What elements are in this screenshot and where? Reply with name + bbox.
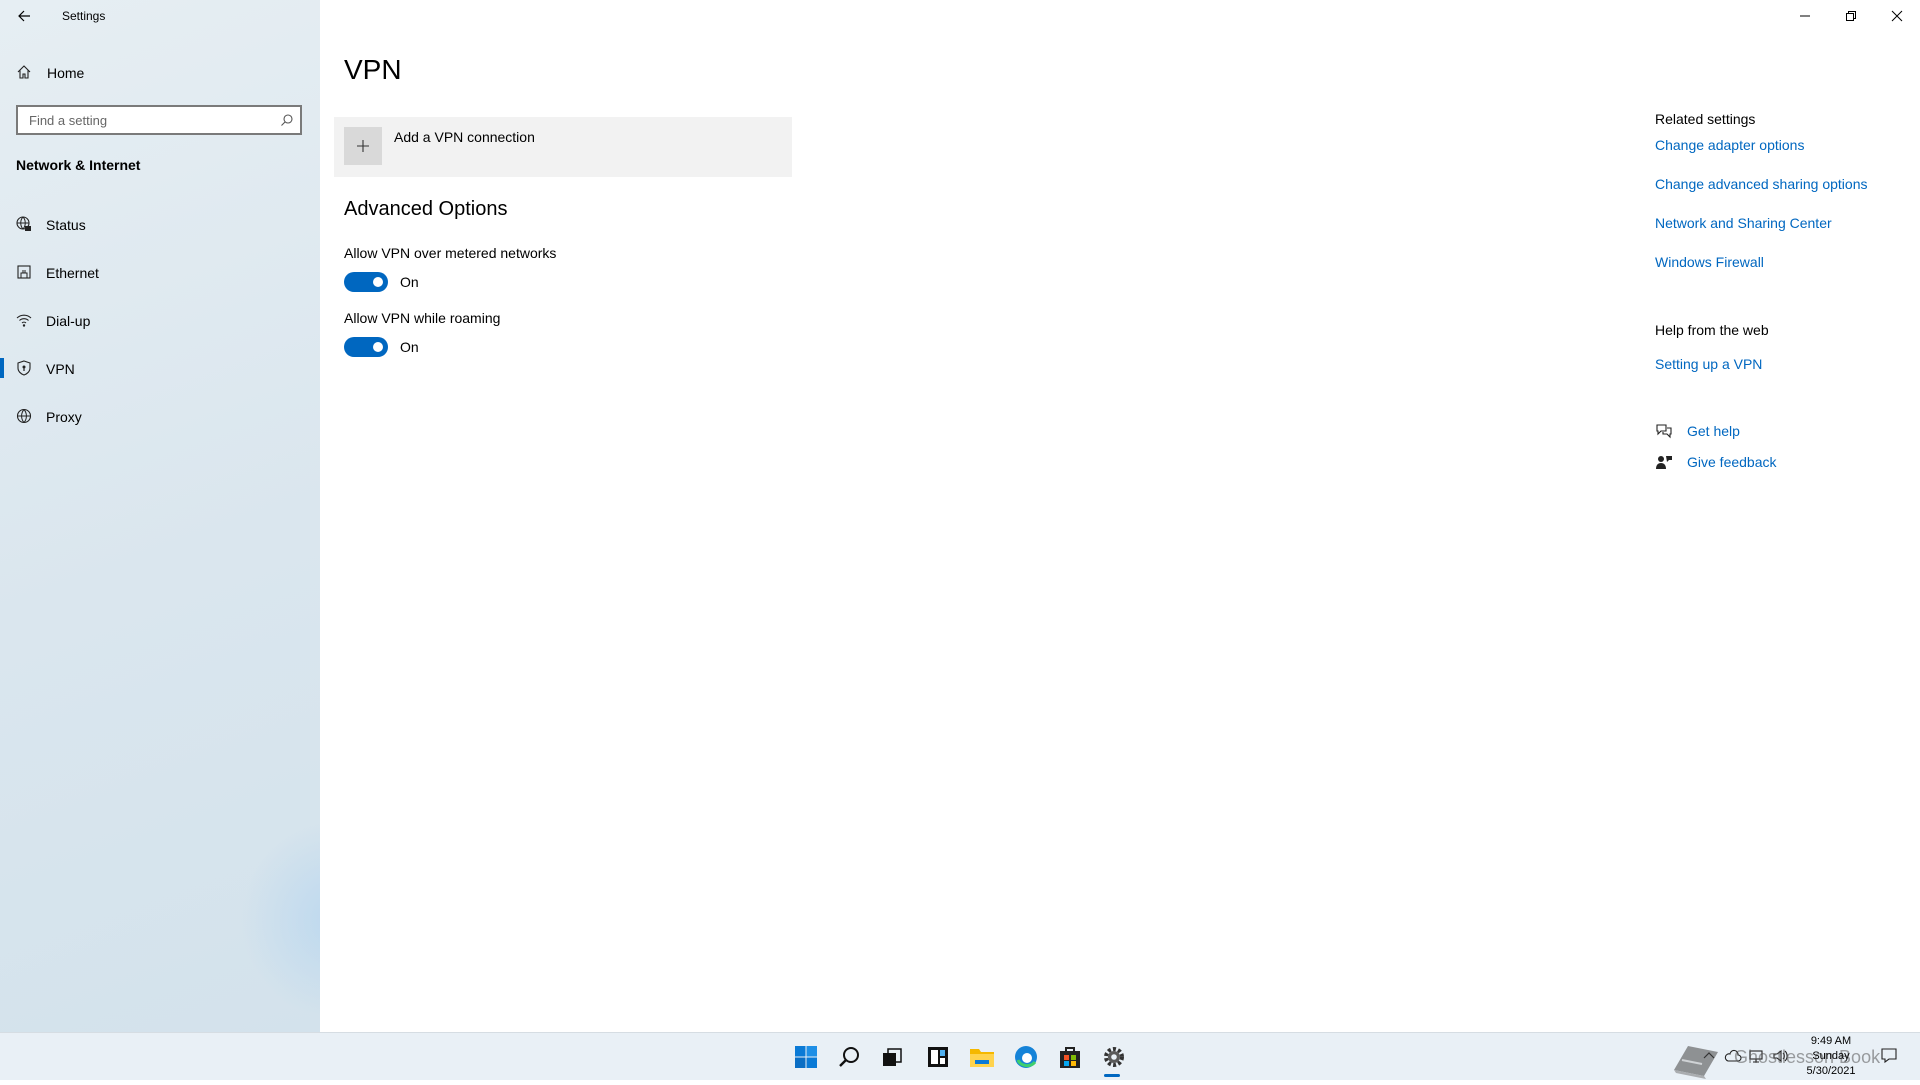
selection-indicator [0, 358, 4, 378]
change-adapter-options-link[interactable]: Change adapter options [1655, 137, 1804, 153]
settings-content: VPN Add a VPN connection Advanced Option… [320, 0, 1920, 1032]
globe-icon [16, 408, 32, 424]
sidebar-item-home[interactable]: Home [0, 56, 320, 90]
edge-icon[interactable] [1006, 1041, 1046, 1073]
taskbar [0, 1032, 1920, 1080]
dialup-icon [16, 314, 32, 327]
metered-toggle-state: On [400, 274, 419, 290]
sidebar-item-label: Status [46, 217, 86, 233]
active-app-indicator [1104, 1074, 1120, 1077]
toggle-knob [373, 277, 383, 287]
ethernet-icon [17, 265, 31, 279]
advanced-options-heading: Advanced Options [344, 198, 508, 220]
restore-icon [1846, 11, 1856, 21]
get-help-icon [1656, 424, 1672, 439]
start-icon[interactable] [786, 1041, 826, 1073]
sidebar-item-label: VPN [46, 361, 75, 377]
home-icon [17, 65, 31, 79]
widgets-icon[interactable] [918, 1041, 958, 1073]
give-feedback-link[interactable]: Give feedback [1687, 454, 1777, 470]
roaming-toggle[interactable] [344, 337, 388, 357]
clock-day: Sunday [1812, 1050, 1850, 1062]
metered-toggle[interactable] [344, 272, 388, 292]
sidebar-item-label: Dial-up [46, 313, 91, 329]
file-explorer-icon[interactable] [962, 1041, 1002, 1073]
sidebar-item-vpn[interactable]: VPN [0, 348, 320, 388]
search-input[interactable] [27, 112, 271, 129]
close-button[interactable] [1874, 0, 1920, 32]
roaming-toggle-state: On [400, 339, 419, 355]
back-arrow-icon [18, 10, 30, 22]
back-button[interactable] [10, 4, 38, 28]
get-help-link[interactable]: Get help [1687, 423, 1740, 439]
task-view-icon[interactable] [872, 1041, 912, 1073]
close-icon [1891, 10, 1903, 22]
sidebar-item-status[interactable]: Status [0, 204, 320, 244]
sidebar-item-ethernet[interactable]: Ethernet [0, 252, 320, 292]
minimize-icon [1800, 15, 1810, 17]
plus-icon [344, 127, 382, 165]
section-title: Network & Internet [16, 157, 141, 173]
background-glow [240, 820, 320, 1020]
clock-time: 9:49 AM [1810, 1035, 1852, 1047]
related-settings-heading: Related settings [1655, 111, 1756, 127]
notification-icon[interactable] [1880, 1047, 1898, 1063]
page-title: VPN [344, 54, 402, 85]
help-from-web-heading: Help from the web [1655, 322, 1769, 338]
sidebar-item-label: Proxy [46, 409, 82, 425]
network-sharing-center-link[interactable]: Network and Sharing Center [1655, 215, 1832, 231]
globe-status-icon [16, 216, 31, 231]
sidebar-item-label: Ethernet [46, 265, 99, 281]
clock-date: 5/30/2021 [1806, 1065, 1856, 1077]
settings-icon[interactable] [1094, 1041, 1134, 1073]
metered-option-label: Allow VPN over metered networks [344, 245, 557, 261]
windows-firewall-link[interactable]: Windows Firewall [1655, 254, 1764, 270]
settings-sidebar: Settings Home Network & Internet Status … [0, 0, 320, 1032]
give-feedback-icon [1656, 456, 1672, 469]
book-logo-icon [1674, 1046, 1718, 1079]
change-advanced-sharing-link[interactable]: Change advanced sharing options [1655, 176, 1868, 192]
sidebar-item-proxy[interactable]: Proxy [0, 396, 320, 436]
add-vpn-connection-button[interactable]: Add a VPN connection [334, 117, 792, 177]
search-icon[interactable] [280, 113, 294, 127]
minimize-button[interactable] [1782, 0, 1828, 32]
search-icon[interactable] [830, 1041, 870, 1073]
add-vpn-label: Add a VPN connection [394, 129, 535, 145]
restore-button[interactable] [1828, 0, 1874, 32]
search-box[interactable] [16, 105, 302, 135]
taskbar-clock[interactable]: 9:49 AM Sunday 5/30/2021 [1796, 1034, 1866, 1079]
setting-up-vpn-link[interactable]: Setting up a VPN [1655, 356, 1762, 372]
roaming-option-label: Allow VPN while roaming [344, 310, 501, 326]
app-title: Settings [62, 9, 106, 23]
store-icon[interactable] [1050, 1041, 1090, 1073]
toggle-knob [373, 342, 383, 352]
sidebar-item-dialup[interactable]: Dial-up [0, 300, 320, 340]
sidebar-home-label: Home [47, 65, 85, 81]
vpn-shield-icon [17, 360, 31, 376]
